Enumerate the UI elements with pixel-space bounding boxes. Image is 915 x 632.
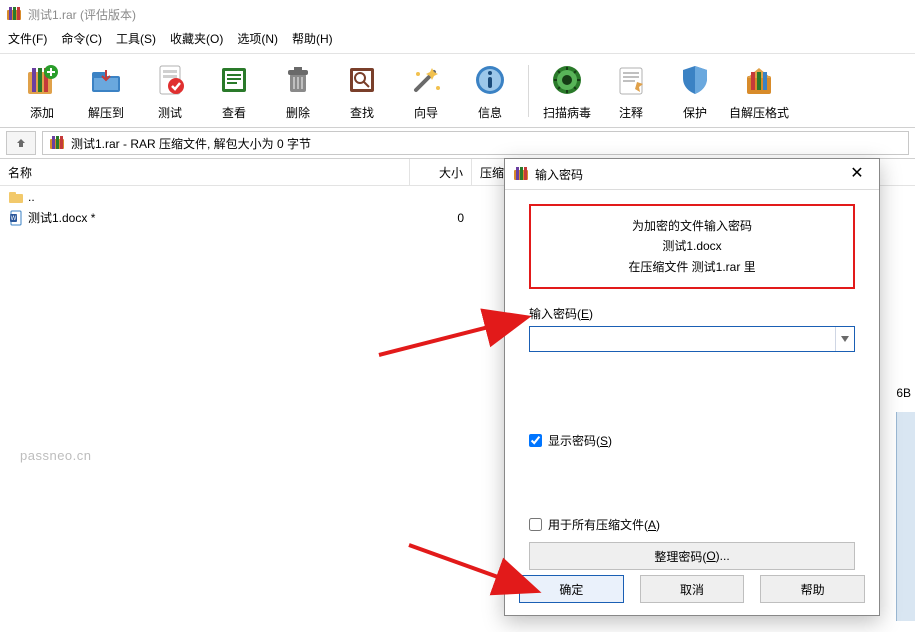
toolbar-label: 保护	[663, 104, 727, 121]
dialog-close-button[interactable]: ✕	[843, 166, 871, 182]
toolbar-add[interactable]: 添加	[10, 58, 74, 123]
toolbar-label: 添加	[10, 104, 74, 121]
toolbar-label: 测试	[138, 104, 202, 121]
scrollbar-hint	[896, 412, 915, 621]
cancel-button[interactable]: 取消	[640, 575, 745, 603]
comment-icon	[599, 60, 663, 100]
protect-icon	[663, 60, 727, 100]
toolbar-sfx[interactable]: 自解压格式	[727, 58, 791, 123]
find-icon	[330, 60, 394, 100]
dialog-msg-line: 为加密的文件输入密码	[535, 216, 849, 236]
menu-favorites[interactable]: 收藏夹(O)	[170, 30, 223, 47]
watermark-text: passneo.cn	[20, 448, 92, 463]
extract-icon	[74, 60, 138, 100]
list-item-size: 0	[410, 211, 472, 225]
checkbox-label: 用于所有压缩文件(A)	[548, 516, 660, 533]
info-icon	[458, 60, 522, 100]
list-item-label: 测试1.docx *	[28, 209, 95, 226]
toolbar-label: 解压到	[74, 104, 138, 121]
docx-file-icon: W	[8, 210, 24, 226]
toolbar-view[interactable]: 查看	[202, 58, 266, 123]
list-item-label: ..	[28, 190, 35, 204]
use-for-all-checkbox[interactable]: 用于所有压缩文件(A)	[529, 514, 855, 534]
use-for-all-input[interactable]	[529, 518, 542, 531]
password-dropdown-button[interactable]	[835, 327, 854, 351]
window-titlebar: 测试1.rar (评估版本)	[0, 0, 915, 26]
menu-help[interactable]: 帮助(H)	[292, 30, 333, 47]
dialog-button-row: 确定 取消 帮助	[505, 575, 879, 603]
delete-icon	[266, 60, 330, 100]
show-password-input[interactable]	[529, 434, 542, 447]
wizard-icon	[394, 60, 458, 100]
toolbar-find[interactable]: 查找	[330, 58, 394, 123]
toolbar-label: 查看	[202, 104, 266, 121]
column-size[interactable]: 大小	[410, 159, 472, 185]
folder-up-icon	[8, 189, 24, 205]
toolbar-comment[interactable]: 注释	[599, 58, 663, 123]
toolbar-label: 查找	[330, 104, 394, 121]
show-password-checkbox[interactable]: 显示密码(S)	[529, 430, 855, 450]
menubar: 文件(F) 命令(C) 工具(S) 收藏夹(O) 选项(N) 帮助(H)	[0, 26, 915, 53]
path-text: 测试1.rar - RAR 压缩文件, 解包大小为 0 字节	[71, 135, 311, 152]
toolbar-extract-to[interactable]: 解压到	[74, 58, 138, 123]
dialog-titlebar: 输入密码 ✕	[505, 159, 879, 190]
truncated-cell: 6B	[881, 386, 911, 400]
archive-icon	[49, 135, 65, 151]
toolbar-protect[interactable]: 保护	[663, 58, 727, 123]
toolbar-label: 自解压格式	[727, 104, 791, 121]
sfx-icon	[727, 60, 791, 100]
winrar-app-icon	[6, 6, 22, 22]
path-box[interactable]: 测试1.rar - RAR 压缩文件, 解包大小为 0 字节	[42, 131, 909, 155]
menu-file[interactable]: 文件(F)	[8, 30, 47, 47]
ok-button[interactable]: 确定	[519, 575, 624, 603]
menu-tools[interactable]: 工具(S)	[116, 30, 156, 47]
dialog-msg-line: 测试1.docx	[535, 236, 849, 256]
checkbox-label: 显示密码(S)	[548, 432, 612, 449]
menu-command[interactable]: 命令(C)	[61, 30, 102, 47]
toolbar-label: 信息	[458, 104, 522, 121]
test-icon	[138, 60, 202, 100]
column-name[interactable]: 名称	[0, 159, 410, 185]
dialog-msg-line: 在压缩文件 测试1.rar 里	[535, 257, 849, 277]
window-title: 测试1.rar (评估版本)	[28, 6, 136, 23]
toolbar-virus-scan[interactable]: 扫描病毒	[535, 58, 599, 123]
toolbar-test[interactable]: 测试	[138, 58, 202, 123]
nav-up-button[interactable]	[6, 131, 36, 155]
password-input[interactable]	[530, 328, 835, 350]
toolbar-delete[interactable]: 删除	[266, 58, 330, 123]
help-button[interactable]: 帮助	[760, 575, 865, 603]
dialog-title: 输入密码	[535, 166, 583, 183]
password-dialog: 输入密码 ✕ 为加密的文件输入密码 测试1.docx 在压缩文件 测试1.rar…	[504, 158, 880, 616]
toolbar: 添加 解压到 测试 查看 删除	[0, 54, 915, 127]
menu-options[interactable]: 选项(N)	[237, 30, 278, 47]
view-icon	[202, 60, 266, 100]
password-label: 输入密码(E)	[529, 305, 855, 322]
password-input-combo[interactable]	[529, 326, 855, 352]
toolbar-info[interactable]: 信息	[458, 58, 522, 123]
toolbar-label: 删除	[266, 104, 330, 121]
dialog-message-box: 为加密的文件输入密码 测试1.docx 在压缩文件 测试1.rar 里	[529, 204, 855, 289]
add-archive-icon	[10, 60, 74, 100]
virus-scan-icon	[535, 60, 599, 100]
svg-text:W: W	[11, 216, 17, 222]
manage-passwords-button[interactable]: 整理密码(O)...	[529, 542, 855, 570]
toolbar-label: 向导	[394, 104, 458, 121]
toolbar-label: 扫描病毒	[535, 104, 599, 121]
winrar-app-icon	[513, 166, 529, 182]
toolbar-wizard[interactable]: 向导	[394, 58, 458, 123]
toolbar-separator	[528, 65, 529, 117]
path-row: 测试1.rar - RAR 压缩文件, 解包大小为 0 字节	[0, 128, 915, 159]
toolbar-label: 注释	[599, 104, 663, 121]
